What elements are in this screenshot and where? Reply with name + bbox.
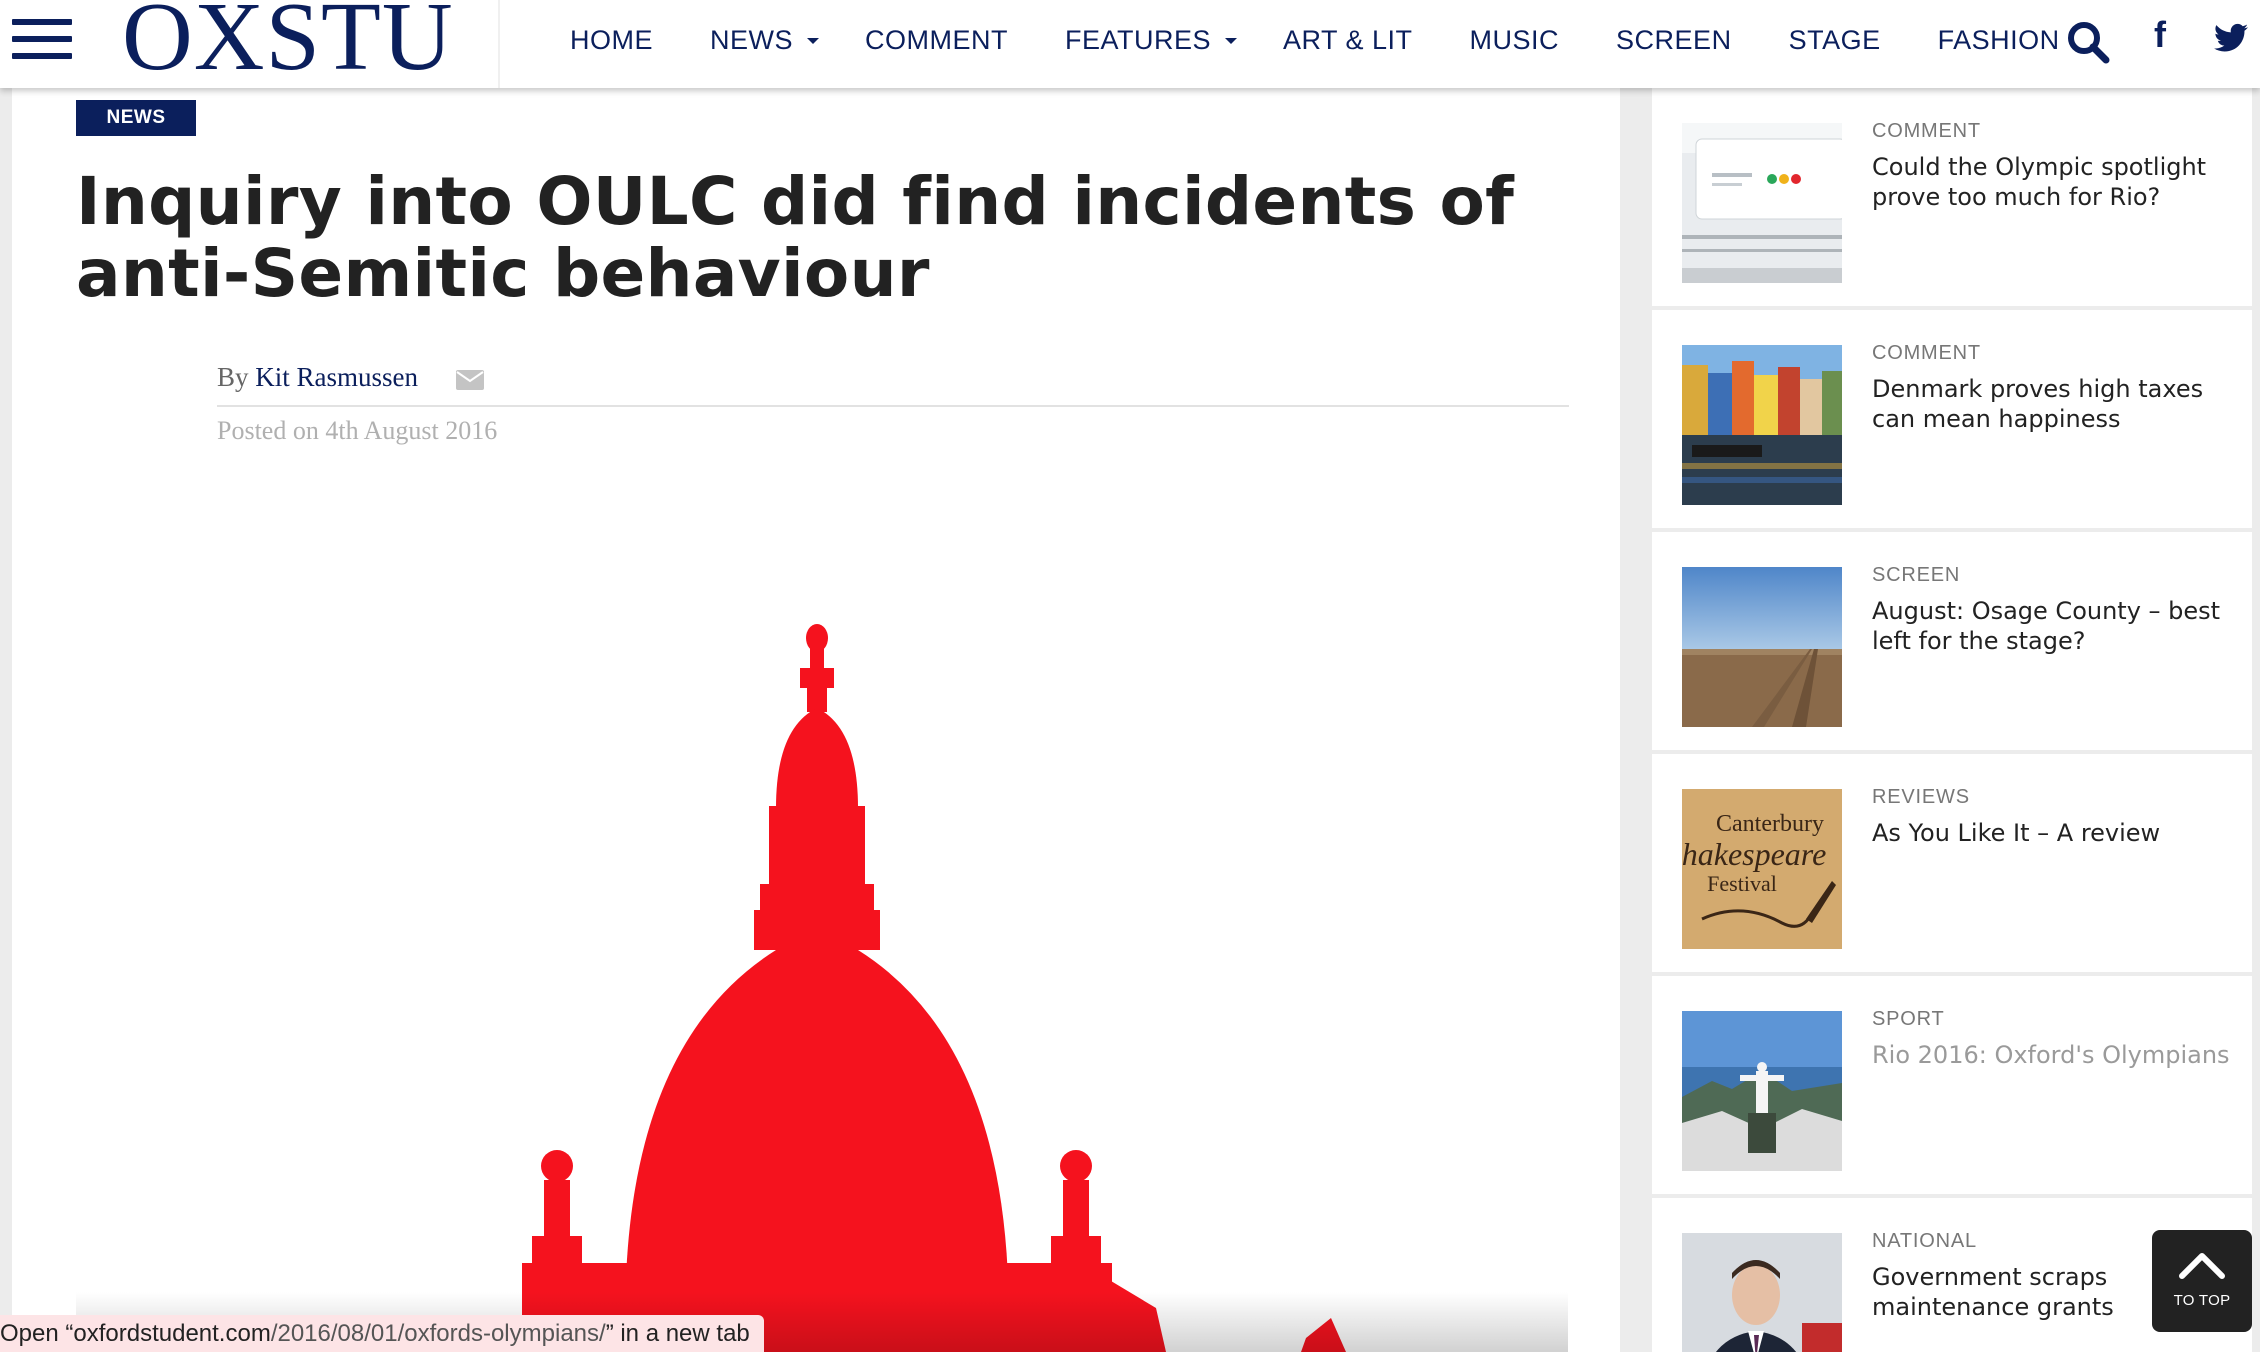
site-header: OXSTU HOME NEWS COMMENT FEATURES ART & L…: [0, 0, 2260, 88]
sidebar-item[interactable]: COMMENT Could the Olympic spotlight prov…: [1652, 88, 2252, 306]
nav-screen[interactable]: SCREEN: [1616, 25, 1732, 56]
svg-text:Canterbury: Canterbury: [1716, 811, 1824, 837]
sidebar: COMMENT Could the Olympic spotlight prov…: [1652, 88, 2252, 1352]
nav-comment[interactable]: COMMENT: [865, 25, 1008, 56]
nav-fashion[interactable]: FASHION: [1938, 25, 2060, 56]
to-top-button[interactable]: TO TOP: [2152, 1230, 2252, 1332]
nav-art-lit[interactable]: ART & LIT: [1283, 25, 1413, 56]
sidebar-item-category: SCREEN: [1872, 564, 1961, 586]
link-status-bar: Open “oxfordstudent.com/2016/08/01/oxfor…: [0, 1315, 764, 1352]
byline-divider: [217, 405, 1569, 407]
rio-sign-thumbnail[interactable]: [1682, 123, 1842, 283]
shakespeare-festival-thumbnail[interactable]: Canterbury Shakespeare Festival: [1682, 789, 1842, 949]
sidebar-item-category: COMMENT: [1872, 120, 1981, 142]
sidebar-item[interactable]: SCREEN August: Osage County – best left …: [1652, 532, 2252, 750]
nav-news[interactable]: NEWS: [710, 25, 819, 56]
hero-image: [76, 518, 1568, 1352]
header-divider: [498, 0, 500, 88]
byline-prefix: By: [217, 362, 249, 392]
article-title: Inquiry into OULC did find incidents of …: [76, 163, 1515, 312]
status-path: /2016/08/01/oxfords-olympians/: [270, 1320, 606, 1347]
field-thumbnail[interactable]: [1682, 567, 1842, 727]
sidebar-item[interactable]: Canterbury Shakespeare Festival REVIEWS …: [1652, 754, 2252, 972]
sidebar-item-category: SPORT: [1872, 1008, 1945, 1030]
sidebar-item-category: NATIONAL: [1872, 1230, 1977, 1252]
status-suffix: ” in a new tab: [605, 1320, 750, 1347]
nav-music[interactable]: MUSIC: [1470, 25, 1560, 56]
nav-stage[interactable]: STAGE: [1789, 25, 1881, 56]
sidebar-item-title[interactable]: Could the Olympic spotlight prove too mu…: [1872, 152, 2232, 212]
nav-home[interactable]: HOME: [570, 25, 653, 56]
nav-features[interactable]: FEATURES: [1065, 25, 1237, 56]
sidebar-item-title[interactable]: August: Osage County – best left for the…: [1872, 596, 2232, 656]
sidebar-item-category: REVIEWS: [1872, 786, 1970, 808]
facebook-icon[interactable]: f: [2154, 17, 2166, 53]
sidebar-item-title[interactable]: Rio 2016: Oxford's Olympians: [1872, 1040, 2232, 1070]
svg-text:Festival: Festival: [1707, 871, 1777, 896]
chevron-up-icon: [2179, 1253, 2225, 1279]
category-badge[interactable]: NEWS: [76, 100, 196, 136]
posted-date: Posted on 4th August 2016: [217, 416, 498, 445]
sidebar-item-title[interactable]: As You Like It – A review: [1872, 818, 2232, 848]
politician-thumbnail[interactable]: [1682, 1233, 1842, 1352]
menu-icon[interactable]: [12, 19, 72, 59]
to-top-label: TO TOP: [2173, 1292, 2231, 1309]
sidebar-item-title[interactable]: Denmark proves high taxes can mean happi…: [1872, 374, 2232, 434]
main-nav: HOME NEWS COMMENT FEATURES ART & LIT MUS…: [570, 0, 2117, 80]
status-domain: oxfordstudent.com: [73, 1320, 271, 1347]
svg-text:Shakespeare: Shakespeare: [1682, 836, 1826, 872]
byline: By Kit Rasmussen: [217, 362, 418, 393]
search-icon[interactable]: [2066, 20, 2110, 64]
chevron-down-icon: [807, 38, 819, 44]
sidebar-item-category: COMMENT: [1872, 342, 1981, 364]
nyhavn-thumbnail[interactable]: [1682, 345, 1842, 505]
status-prefix: Open “: [0, 1320, 74, 1347]
mail-icon[interactable]: [456, 370, 484, 390]
site-logo[interactable]: OXSTU: [122, 0, 454, 76]
twitter-icon[interactable]: [2214, 22, 2248, 54]
article: NEWS Inquiry into OULC did find incident…: [12, 88, 1620, 1352]
sidebar-item[interactable]: SPORT Rio 2016: Oxford's Olympians: [1652, 976, 2252, 1194]
sidebar-item[interactable]: COMMENT Denmark proves high taxes can me…: [1652, 310, 2252, 528]
chevron-down-icon: [1225, 38, 1237, 44]
author-link[interactable]: Kit Rasmussen: [255, 362, 418, 392]
rio-christ-thumbnail[interactable]: [1682, 1011, 1842, 1171]
